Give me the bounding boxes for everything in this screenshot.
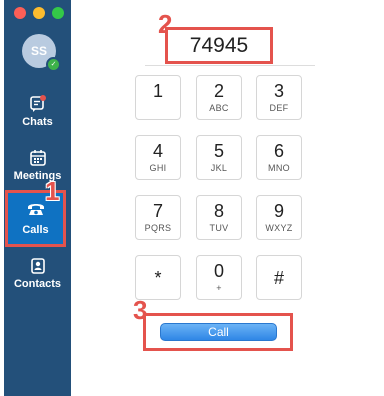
key-hash[interactable]: # xyxy=(256,255,302,300)
key-4[interactable]: 4 GHI xyxy=(135,135,181,180)
callout-1: 1 xyxy=(45,176,60,206)
minimize-window-button[interactable] xyxy=(33,7,45,19)
key-digit: 9 xyxy=(273,201,284,221)
sidebar-item-label: Contacts xyxy=(13,278,62,290)
key-7[interactable]: 7 PQRS xyxy=(135,195,181,240)
sidebar-item-label: Calls xyxy=(22,224,49,236)
key-digit: 3 xyxy=(273,81,284,101)
key-letters: GHI xyxy=(149,163,167,173)
call-button[interactable]: Call xyxy=(160,323,277,341)
key-letters: MNO xyxy=(268,163,290,173)
presence-available-icon: ✓ xyxy=(46,57,61,72)
key-9[interactable]: 9 WXYZ xyxy=(256,195,302,240)
sidebar: SS ✓ Chats Meetings Calls Contacts xyxy=(4,0,71,396)
key-letters: ABC xyxy=(209,103,229,113)
contacts-icon xyxy=(4,256,71,276)
key-5[interactable]: 5 JKL xyxy=(196,135,242,180)
key-digit: 4 xyxy=(152,141,163,161)
key-1[interactable]: 1 xyxy=(135,75,181,120)
key-letters: WXYZ xyxy=(265,223,293,233)
key-0[interactable]: 0 + xyxy=(196,255,242,300)
key-6[interactable]: 6 MNO xyxy=(256,135,302,180)
sidebar-item-label: Chats xyxy=(22,116,53,128)
key-digit: 6 xyxy=(273,141,284,161)
app-window: SS ✓ Chats Meetings Calls Contacts 1 2 3… xyxy=(0,0,384,396)
sidebar-item-contacts[interactable]: Contacts xyxy=(4,250,71,298)
calendar-icon xyxy=(4,148,71,168)
chat-icon xyxy=(4,94,71,114)
key-digit: 0 xyxy=(213,261,224,281)
key-digit: 8 xyxy=(213,201,224,221)
number-divider xyxy=(145,65,315,66)
key-letters: PQRS xyxy=(144,223,172,233)
key-3[interactable]: 3 DEF xyxy=(256,75,302,120)
key-letters: + xyxy=(216,283,222,293)
close-window-button[interactable] xyxy=(14,7,26,19)
key-2[interactable]: 2 ABC xyxy=(196,75,242,120)
key-digit: * xyxy=(154,268,162,288)
key-star[interactable]: * xyxy=(135,255,181,300)
zoom-window-button[interactable] xyxy=(52,7,64,19)
key-digit: 5 xyxy=(213,141,224,161)
key-letters: DEF xyxy=(269,103,289,113)
key-digit: 1 xyxy=(152,81,163,101)
key-digit: 2 xyxy=(213,81,224,101)
dial-number-field[interactable]: 74945 xyxy=(165,27,273,64)
key-letters: TUV xyxy=(209,223,229,233)
sidebar-item-meetings[interactable]: Meetings xyxy=(4,142,71,190)
sidebar-item-chats[interactable]: Chats xyxy=(4,88,71,136)
key-digit: # xyxy=(273,268,284,288)
key-digit: 7 xyxy=(152,201,163,221)
sidebar-item-label: Meetings xyxy=(13,170,62,182)
key-letters: JKL xyxy=(210,163,228,173)
key-8[interactable]: 8 TUV xyxy=(196,195,242,240)
